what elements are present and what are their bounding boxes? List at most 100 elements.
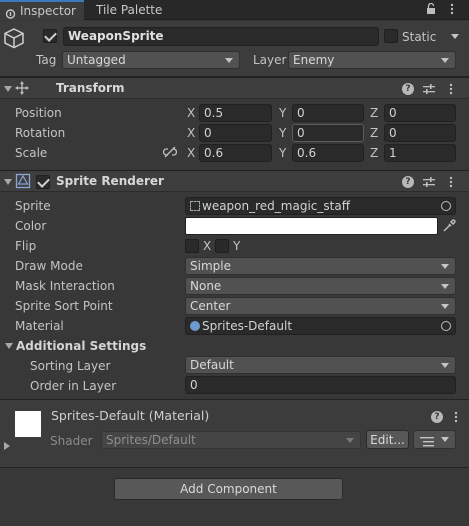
position-x-field[interactable]: 0.5 <box>199 104 272 122</box>
rotation-y-field[interactable]: 0 <box>292 124 364 142</box>
draw-mode-dropdown[interactable]: Simple <box>185 257 456 275</box>
shader-value: Sprites/Default <box>106 433 196 447</box>
object-picker-icon[interactable] <box>441 321 451 331</box>
sorting-layer-value: Default <box>190 358 234 372</box>
scale-label: Scale <box>15 146 48 160</box>
flip-x-label: X <box>203 239 212 253</box>
rotation-x-field[interactable]: 0 <box>199 124 272 142</box>
chevron-down-icon <box>346 438 354 443</box>
tab-inspector[interactable]: Inspector <box>0 0 84 20</box>
help-icon[interactable]: ? <box>431 411 443 423</box>
flip-x-checkbox[interactable] <box>185 239 199 253</box>
sprite-object-field[interactable]: weapon_red_magic_staff <box>185 197 456 215</box>
sprite-renderer-icon <box>15 173 31 189</box>
rotation-z-field[interactable]: 0 <box>384 124 456 142</box>
chevron-down-icon <box>441 264 449 269</box>
material-label: Material <box>15 319 64 333</box>
tab-tile-palette[interactable]: Tile Palette <box>96 0 162 20</box>
axis-y-label: Y <box>279 126 287 140</box>
object-picker-icon[interactable] <box>441 201 451 211</box>
help-icon[interactable]: ? <box>402 176 414 188</box>
order-in-layer-label: Order in Layer <box>30 379 117 393</box>
layer-dropdown[interactable]: Enemy <box>288 51 456 69</box>
position-z-field[interactable]: 0 <box>384 104 456 122</box>
sprite-sort-point-dropdown[interactable]: Center <box>185 297 456 315</box>
gameobject-active-toggle[interactable] <box>43 29 57 43</box>
material-asset-icon <box>190 321 200 331</box>
material-foldout-arrow[interactable] <box>4 442 10 450</box>
lock-icon[interactable] <box>426 2 436 15</box>
tag-dropdown[interactable]: Untagged <box>62 51 240 69</box>
chevron-down-icon <box>441 363 449 368</box>
scale-z-field[interactable]: 1 <box>384 144 456 162</box>
presets-sliders-icon[interactable] <box>423 176 435 188</box>
gameobject-cube-icon <box>3 27 25 49</box>
chevron-down-icon <box>441 284 449 289</box>
sprite-renderer-enabled-toggle[interactable] <box>36 175 50 189</box>
axis-y-label: Y <box>279 106 287 120</box>
sprite-label: Sprite <box>15 199 51 213</box>
sprite-renderer-foldout-arrow[interactable] <box>4 179 12 185</box>
position-y-field[interactable]: 0 <box>292 104 364 122</box>
shader-dropdown[interactable]: Sprites/Default <box>101 431 361 449</box>
sprite-sort-point-value: Center <box>190 299 231 313</box>
color-swatch-field[interactable] <box>185 217 438 235</box>
chevron-down-icon <box>441 58 449 63</box>
tab-inspector-label: Inspector <box>20 4 76 18</box>
inspector-tab-bar: Inspector Tile Palette <box>0 0 469 20</box>
mask-interaction-dropdown[interactable]: None <box>185 277 456 295</box>
kebab-menu-icon[interactable] <box>445 176 457 188</box>
axis-x-label: X <box>187 106 196 120</box>
kebab-menu-icon[interactable] <box>446 3 458 15</box>
help-icon[interactable]: ? <box>402 83 414 95</box>
tag-value: Untagged <box>67 53 126 67</box>
material-value: Sprites-Default <box>202 319 293 333</box>
flip-label: Flip <box>15 239 37 253</box>
section-divider <box>0 467 469 468</box>
transform-foldout-arrow[interactable] <box>4 86 12 92</box>
axis-x-label: X <box>187 146 196 160</box>
axis-z-label: Z <box>370 126 379 140</box>
kebab-menu-icon[interactable] <box>450 411 462 423</box>
draw-mode-label: Draw Mode <box>15 259 83 273</box>
sorting-layer-dropdown[interactable]: Default <box>185 356 456 374</box>
static-dropdown-arrow[interactable] <box>451 34 459 39</box>
constrain-proportions-link-icon[interactable] <box>162 146 178 158</box>
sprite-renderer-title: Sprite Renderer <box>56 174 164 188</box>
transform-icon <box>14 80 30 96</box>
layer-label: Layer <box>253 53 287 67</box>
list-icon <box>420 435 434 447</box>
additional-settings-label[interactable]: Additional Settings <box>16 338 146 354</box>
chevron-down-icon <box>441 304 449 309</box>
sorting-layer-label: Sorting Layer <box>30 359 111 373</box>
tab-tile-palette-label: Tile Palette <box>96 3 163 17</box>
sprite-value: weapon_red_magic_staff <box>202 199 350 213</box>
material-section-title: Sprites-Default (Material) <box>51 408 210 423</box>
material-object-field[interactable]: Sprites-Default <box>185 317 456 335</box>
flip-y-checkbox[interactable] <box>215 239 229 253</box>
position-label: Position <box>15 106 62 120</box>
scale-y-field[interactable]: 0.6 <box>292 144 364 162</box>
sprite-asset-icon <box>190 201 200 211</box>
presets-sliders-icon[interactable] <box>423 83 435 95</box>
draw-mode-value: Simple <box>190 259 231 273</box>
material-preview-thumbnail <box>15 411 41 437</box>
order-in-layer-field[interactable]: 0 <box>185 376 456 394</box>
static-checkbox[interactable] <box>384 29 398 43</box>
scale-x-field[interactable]: 0.6 <box>199 144 272 162</box>
add-component-button[interactable]: Add Component <box>114 478 343 500</box>
chevron-down-icon <box>441 437 449 442</box>
gameobject-name-field[interactable]: WeaponSprite <box>63 27 379 46</box>
inspector-tab-icon <box>5 6 16 19</box>
edit-shader-button[interactable]: Edit... <box>366 430 409 449</box>
eyedropper-icon[interactable] <box>442 219 456 233</box>
kebab-menu-icon[interactable] <box>445 83 457 95</box>
tag-label: Tag <box>36 53 57 67</box>
layer-value: Enemy <box>293 53 335 67</box>
mask-interaction-label: Mask Interaction <box>15 279 115 293</box>
axis-z-label: Z <box>370 106 379 120</box>
mask-interaction-value: None <box>190 279 222 293</box>
color-label: Color <box>15 219 47 233</box>
additional-settings-foldout-arrow[interactable] <box>5 343 13 349</box>
shader-options-dropdown[interactable] <box>413 430 456 449</box>
